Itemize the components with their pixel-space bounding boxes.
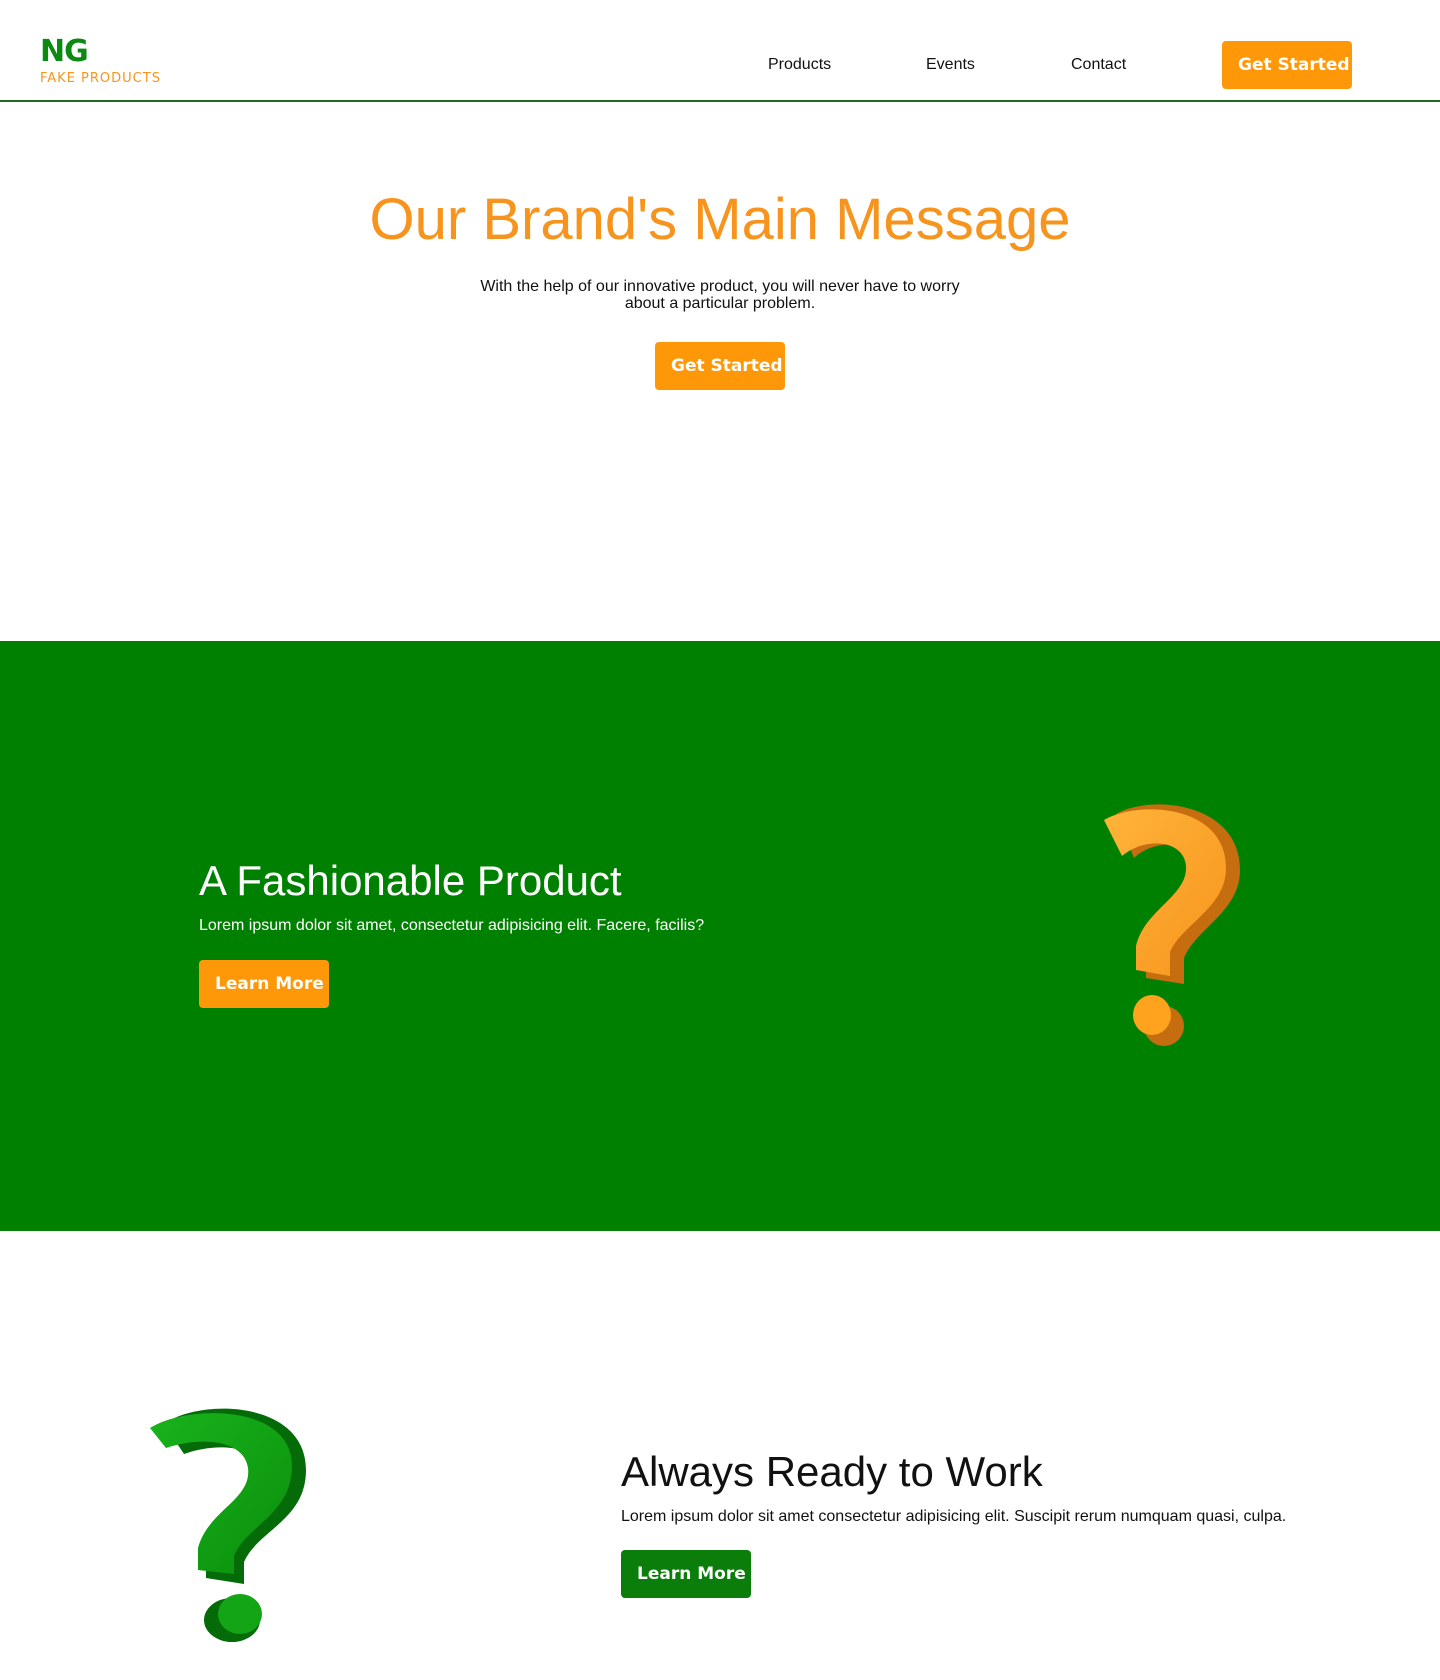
feature-title: Always Ready to Work [621, 1448, 1043, 1495]
brand-logo[interactable]: NG FAKE PRODUCTS [40, 36, 161, 86]
logo-wordmark: FAKE PRODUCTS [40, 71, 161, 86]
feature-text: Lorem ipsum dolor sit amet consectetur a… [621, 1508, 1287, 1525]
site-header: NG FAKE PRODUCTS Products Events Contact… [0, 0, 1440, 102]
feature-learn-more-button[interactable]: Learn More [621, 1550, 751, 1598]
hero-subtitle: With the help of our innovative product,… [480, 278, 960, 312]
feature-learn-more-button[interactable]: Learn More [199, 960, 329, 1008]
feature-text: Lorem ipsum dolor sit amet, consectetur … [199, 917, 705, 934]
nav-item-events[interactable]: Events [926, 56, 975, 74]
hero-get-started-button[interactable]: Get Started [655, 342, 785, 390]
nav-item-products[interactable]: Products [768, 56, 831, 74]
hero-title: Our Brand's Main Message [369, 187, 1071, 252]
question-mark-orange-icon [1104, 804, 1240, 1046]
question-mark-green-icon [150, 1408, 306, 1642]
nav-item-contact[interactable]: Contact [1071, 56, 1126, 74]
feature-title: A Fashionable Product [199, 857, 622, 904]
header-get-started-button[interactable]: Get Started [1222, 41, 1352, 89]
logo-mark: NG [40, 34, 89, 69]
